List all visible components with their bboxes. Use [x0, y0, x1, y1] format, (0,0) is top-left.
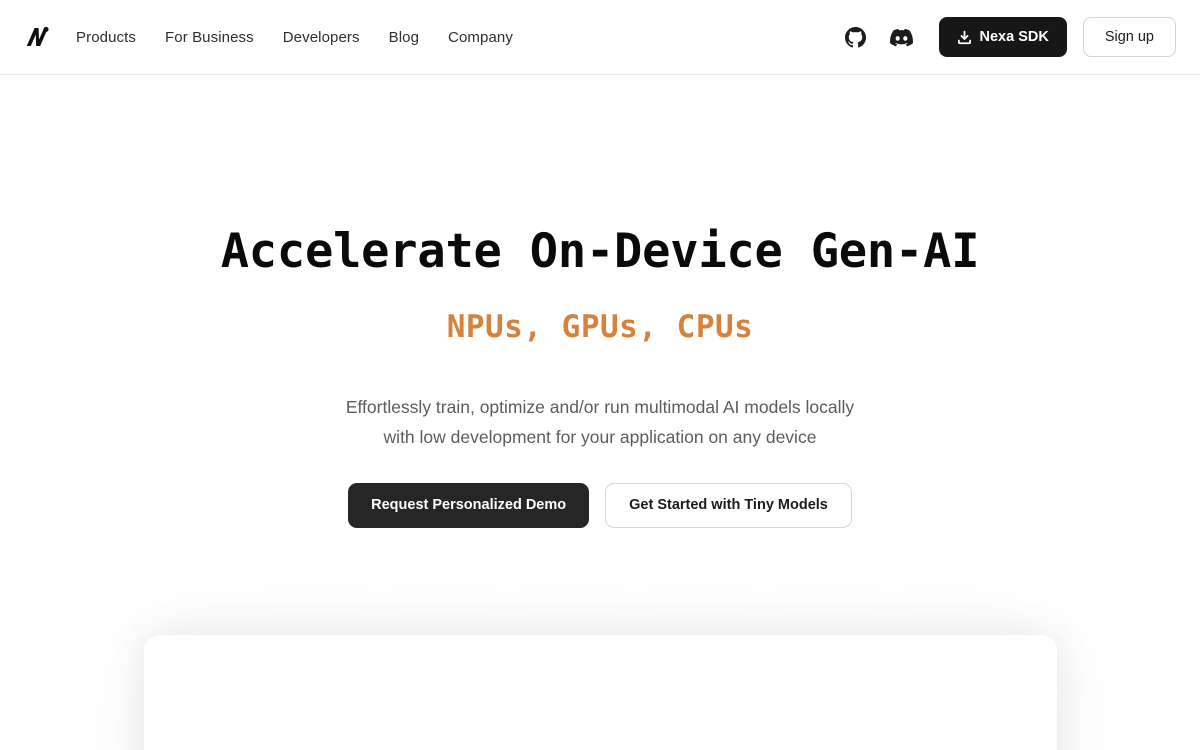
- sign-up-button[interactable]: Sign up: [1082, 17, 1176, 57]
- request-demo-button[interactable]: Request Personalized Demo: [348, 482, 590, 528]
- page-title: Accelerate On-Device Gen-AI: [220, 224, 980, 279]
- download-icon: [957, 30, 972, 45]
- nexa-logo[interactable]: [22, 20, 52, 54]
- nav-link-blog[interactable]: Blog: [389, 29, 419, 46]
- nav-link-company[interactable]: Company: [448, 29, 513, 46]
- hero-subtitle: NPUs, GPUs, CPUs: [446, 308, 754, 345]
- hero-cta-group: Request Personalized Demo Get Started wi…: [0, 482, 1200, 528]
- get-started-button[interactable]: Get Started with Tiny Models: [605, 482, 852, 528]
- nav-link-for-business[interactable]: For Business: [165, 29, 254, 46]
- hero-description-line-1: Effortlessly train, optimize and/or run …: [345, 396, 855, 417]
- github-icon[interactable]: [839, 20, 873, 54]
- hero-section: Accelerate On-Device Gen-AI NPUs, GPUs, …: [0, 75, 1200, 750]
- showcase-card: [143, 634, 1057, 750]
- showcase-area: [0, 634, 1200, 750]
- nav-links-list: Products For Business Developers Blog Co…: [76, 29, 513, 46]
- hero-description-line-2: with low development for your applicatio…: [383, 426, 817, 447]
- nav-actions: Nexa SDK Sign up: [839, 17, 1176, 57]
- hero-description: Effortlessly train, optimize and/or run …: [0, 392, 1200, 452]
- discord-icon[interactable]: [885, 20, 919, 54]
- nexa-sdk-button-label: Nexa SDK: [979, 29, 1049, 45]
- nav-link-developers[interactable]: Developers: [283, 29, 360, 46]
- top-navigation-bar: Products For Business Developers Blog Co…: [0, 0, 1200, 75]
- nav-link-products[interactable]: Products: [76, 29, 136, 46]
- primary-nav: Products For Business Developers Blog Co…: [76, 29, 513, 46]
- nexa-sdk-button[interactable]: Nexa SDK: [938, 17, 1067, 57]
